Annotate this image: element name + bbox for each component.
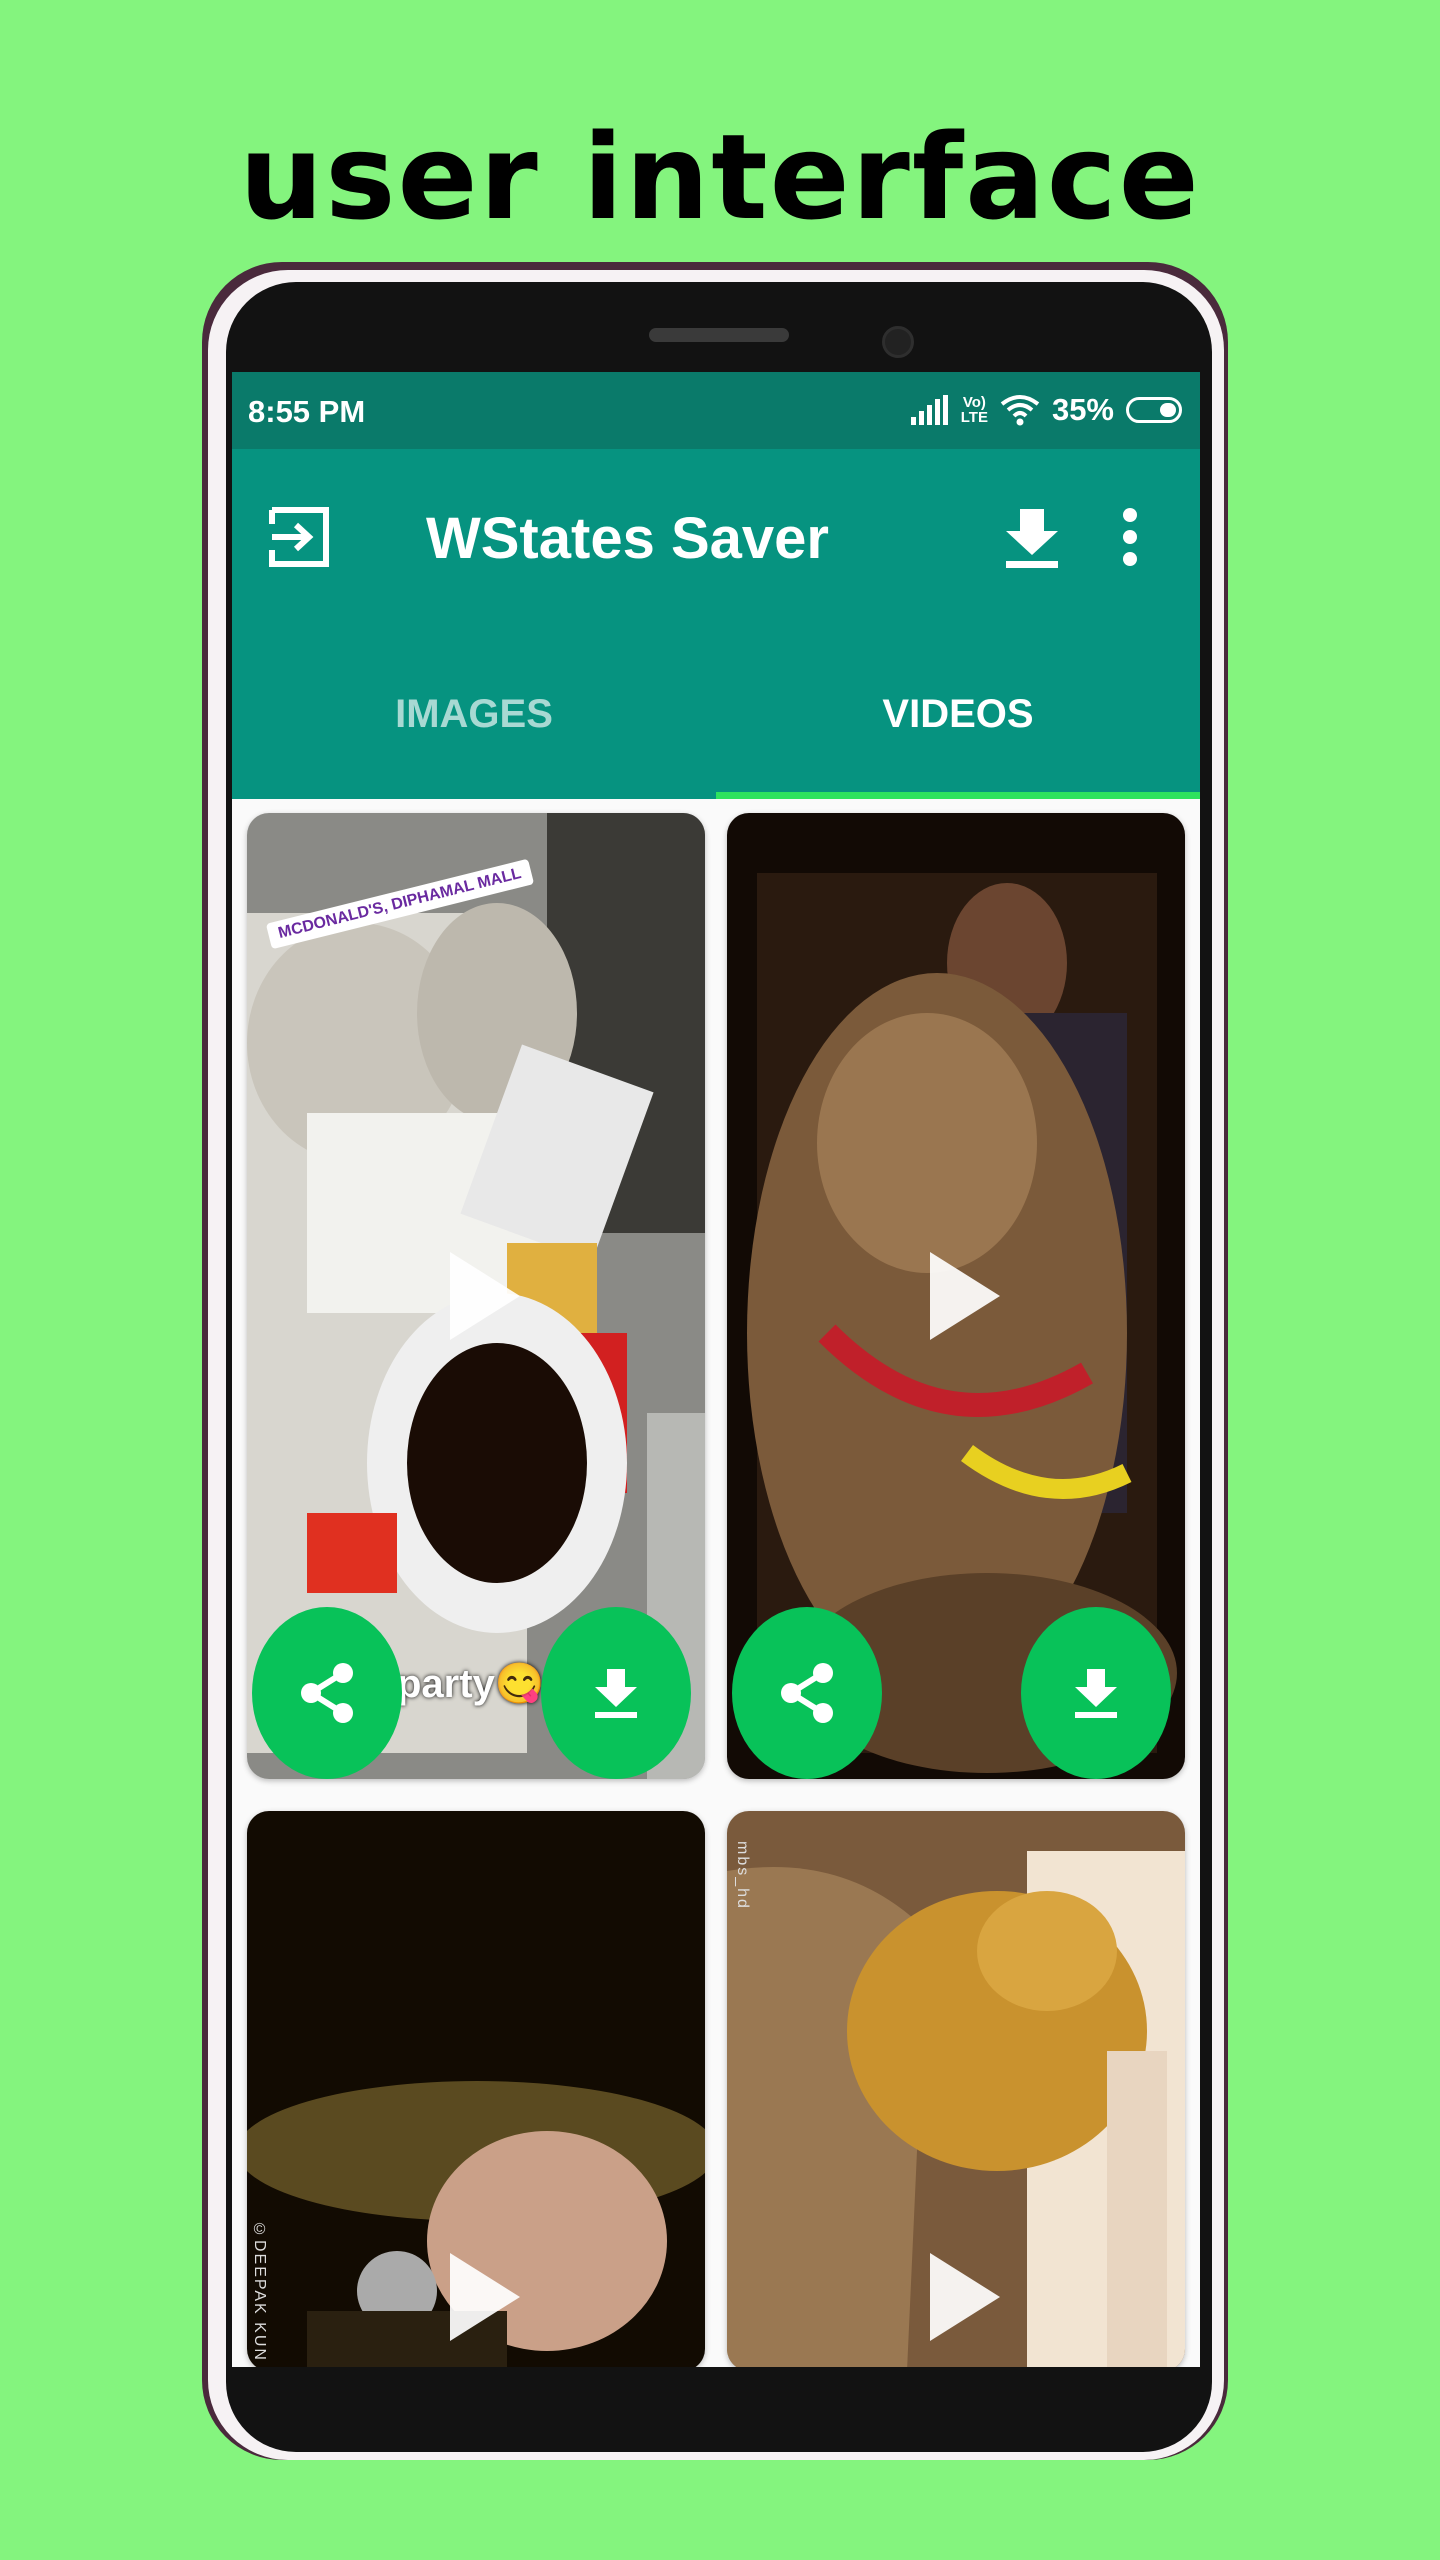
share-icon xyxy=(301,1663,353,1723)
share-button[interactable] xyxy=(732,1607,882,1779)
download-button[interactable] xyxy=(541,1607,691,1779)
watermark-text: ©DEEPAK KUN xyxy=(251,2221,268,2362)
volte-indicator: Vo) LTE xyxy=(961,395,988,425)
video-thumbnail-card[interactable] xyxy=(727,813,1185,1779)
play-icon[interactable] xyxy=(450,2253,520,2341)
wifi-icon xyxy=(1000,395,1040,426)
exit-icon[interactable] xyxy=(268,506,330,568)
front-camera xyxy=(882,326,914,358)
phone-bottom-bezel xyxy=(232,2367,1200,2452)
video-thumbnail-card[interactable]: ©DEEPAK KUN xyxy=(247,1811,705,2367)
video-thumbnail-card[interactable]: MCDONALD'S, DIPHAMAL MALL party😋 xyxy=(247,813,705,1779)
play-icon[interactable] xyxy=(930,2253,1000,2341)
play-icon[interactable] xyxy=(930,1252,1000,1340)
download-icon[interactable] xyxy=(1002,505,1062,569)
play-icon[interactable] xyxy=(450,1252,520,1340)
more-vert-icon[interactable] xyxy=(1120,507,1140,567)
download-icon xyxy=(595,1669,637,1718)
app-title: WStates Saver xyxy=(426,506,829,571)
tab-indicator xyxy=(716,792,1200,799)
tab-images[interactable]: IMAGES xyxy=(232,669,716,759)
earpiece-speaker xyxy=(649,328,789,342)
download-button[interactable] xyxy=(1021,1607,1171,1779)
battery-icon xyxy=(1126,397,1182,423)
video-caption: party😋 xyxy=(397,1662,545,1706)
status-time: 8:55 PM xyxy=(248,394,366,429)
app-bar: WStates Saver IMAGES VIDEOS xyxy=(232,449,1200,799)
volte-bottom-text: LTE xyxy=(960,409,988,426)
share-icon xyxy=(781,1663,833,1723)
status-icons: Vo) LTE 35% xyxy=(909,388,1182,432)
signal-icon xyxy=(910,395,948,425)
watermark-text: mbs_hd xyxy=(734,1841,751,1910)
headline: user interface xyxy=(239,108,1201,246)
download-icon xyxy=(1075,1669,1117,1718)
tab-videos[interactable]: VIDEOS xyxy=(716,669,1200,759)
phone-screen: 8:55 PM Vo) LTE 35% WStates Saver IMAGES… xyxy=(232,372,1200,2367)
share-button[interactable] xyxy=(252,1607,402,1779)
video-thumbnail-card[interactable]: mbs_hd xyxy=(727,1811,1185,2367)
status-bar: 8:55 PM Vo) LTE 35% xyxy=(232,372,1200,449)
battery-percent: 35% xyxy=(1051,392,1114,427)
volte-top-text: Vo) xyxy=(962,394,986,411)
